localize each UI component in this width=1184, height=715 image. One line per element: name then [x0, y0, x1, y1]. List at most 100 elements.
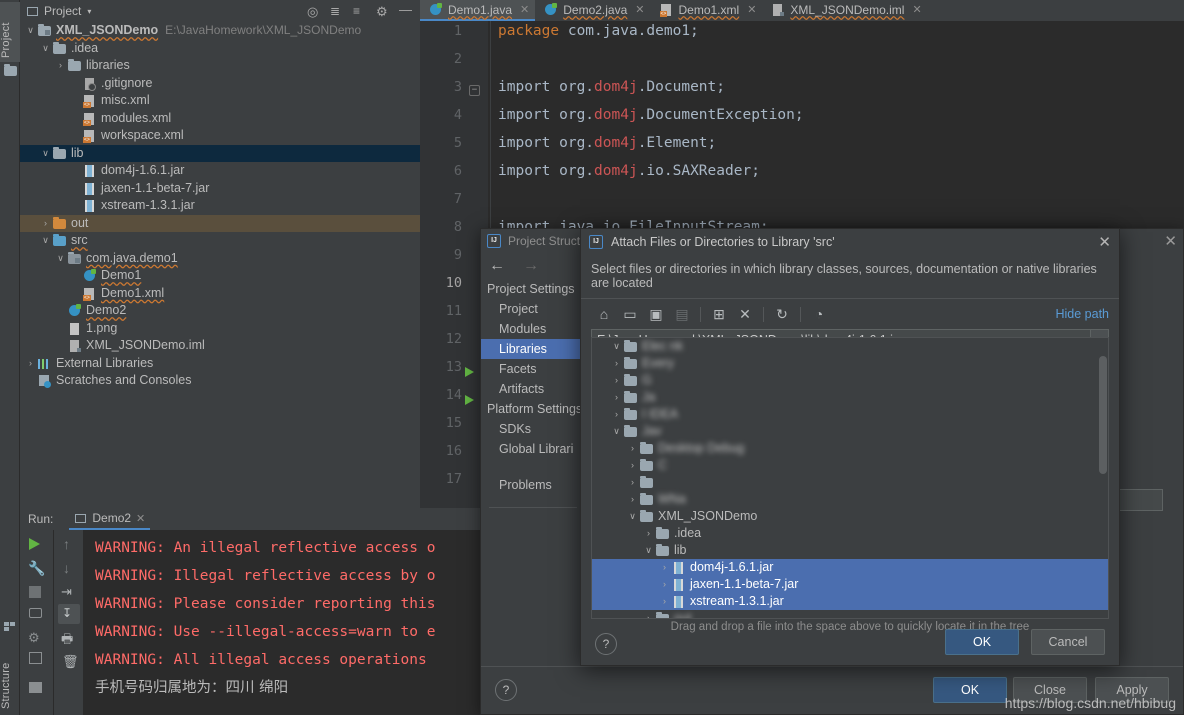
- export-icon[interactable]: [29, 652, 42, 664]
- project-tree-row[interactable]: Demo2: [20, 302, 420, 320]
- file-tree-row[interactable]: › .idea: [592, 525, 1108, 542]
- chevron-down-icon[interactable]: ∨: [610, 423, 623, 440]
- scroll-up-icon[interactable]: ↑: [63, 536, 70, 552]
- project-structure-sidebar-item[interactable]: Problems: [481, 475, 583, 495]
- file-tree-row[interactable]: › jaxen-1.1-beta-7.jar: [592, 576, 1108, 593]
- stop-icon[interactable]: [29, 586, 41, 598]
- hide-path-link[interactable]: Hide path: [1055, 307, 1109, 321]
- file-tree-row[interactable]: ∨ lib: [592, 542, 1108, 559]
- file-tree-row[interactable]: › G: [592, 372, 1108, 389]
- help-button[interactable]: ?: [595, 633, 617, 655]
- project-tree-row[interactable]: › out: [20, 214, 420, 232]
- chevron-right-icon[interactable]: ›: [658, 576, 671, 593]
- editor-tab[interactable]: Demo1.xml ✕: [651, 0, 763, 21]
- project-tree-row[interactable]: › libraries: [20, 57, 420, 75]
- project-tree-row[interactable]: Demo1.xml: [20, 285, 420, 303]
- file-tree-row[interactable]: ∨ Jav: [592, 423, 1108, 440]
- project-folder-icon[interactable]: ▣: [643, 303, 669, 325]
- project-tree-row[interactable]: workspace.xml: [20, 127, 420, 145]
- close-icon[interactable]: ✕: [520, 3, 529, 16]
- chevron-down-icon[interactable]: ∨: [39, 40, 52, 58]
- chevron-down-icon[interactable]: ∨: [642, 542, 655, 559]
- file-tree-row[interactable]: ∨ XML_JSONDemo: [592, 508, 1108, 525]
- run-left-toolbar[interactable]: 🔧 ⚙: [20, 530, 54, 715]
- close-icon[interactable]: ✕: [136, 512, 145, 525]
- file-tree-row[interactable]: › Every: [592, 355, 1108, 372]
- chevron-right-icon[interactable]: ›: [626, 474, 639, 491]
- close-icon[interactable]: ✕: [747, 3, 756, 16]
- file-tree-row[interactable]: › WNa: [592, 491, 1108, 508]
- chevron-right-icon[interactable]: ›: [24, 355, 37, 373]
- run-gutter-icon[interactable]: [465, 367, 474, 377]
- scroll-down-icon[interactable]: ↓: [63, 560, 70, 576]
- file-tree-row[interactable]: › dom4j-1.6.1.jar: [592, 559, 1108, 576]
- debug-icon[interactable]: ⚙: [28, 630, 40, 646]
- expand-all-icon[interactable]: ≣: [330, 4, 343, 18]
- project-structure-sidebar-item[interactable]: Modules: [481, 319, 583, 339]
- chevron-down-icon[interactable]: ∨: [39, 145, 52, 163]
- close-icon[interactable]: ✕: [912, 3, 921, 16]
- desktop-icon[interactable]: ▭: [617, 303, 643, 325]
- project-structure-sidebar-item[interactable]: SDKs: [481, 419, 583, 439]
- file-tree-row[interactable]: › Desktop Debug: [592, 440, 1108, 457]
- home-icon[interactable]: ⌂: [591, 303, 617, 325]
- close-icon[interactable]: ✕: [1098, 233, 1111, 251]
- chevron-down-icon[interactable]: ∨: [610, 338, 623, 355]
- project-tree-row[interactable]: misc.xml: [20, 92, 420, 110]
- chevron-right-icon[interactable]: ›: [610, 389, 623, 406]
- chevron-right-icon[interactable]: ›: [642, 610, 655, 618]
- delete-icon[interactable]: ✕: [732, 303, 758, 325]
- file-tree-row[interactable]: › C: [592, 457, 1108, 474]
- chevron-down-icon[interactable]: ▾: [87, 7, 91, 16]
- hide-panel-icon[interactable]: —: [399, 3, 412, 18]
- collapse-all-icon[interactable]: ≡: [353, 4, 366, 18]
- file-tree-row[interactable]: › xstream-1.3.1.jar: [592, 593, 1108, 610]
- chevron-down-icon[interactable]: ∨: [626, 508, 639, 525]
- project-tree[interactable]: ∨ XML_JSONDemo E:\JavaHomework\XML_JSONDem…: [20, 22, 420, 508]
- ok-button[interactable]: OK: [933, 677, 1007, 703]
- project-structure-sidebar-item[interactable]: Global Librari: [481, 439, 583, 459]
- project-structure-sidebar-item[interactable]: Facets: [481, 359, 583, 379]
- project-tree-row[interactable]: modules.xml: [20, 110, 420, 128]
- file-tree-row[interactable]: › Ja: [592, 389, 1108, 406]
- chevron-down-icon[interactable]: ∨: [24, 22, 37, 40]
- project-tree-row[interactable]: ∨ .idea: [20, 40, 420, 58]
- show-hidden-icon[interactable]: ◔: [806, 303, 832, 325]
- scrollbar-thumb[interactable]: [1099, 356, 1107, 474]
- file-tree-row[interactable]: ∨ Elec nk: [592, 338, 1108, 355]
- sidebar-tab-project[interactable]: Project: [0, 2, 20, 62]
- file-chooser-tree[interactable]: ∨ Elec nk › Every › G › Ja › I IDEA ∨ Jav › Desktop …: [591, 337, 1109, 619]
- file-tree-row[interactable]: ›: [592, 474, 1108, 491]
- editor-tab[interactable]: Demo1.java ✕: [420, 0, 536, 21]
- help-button[interactable]: ?: [495, 679, 517, 701]
- project-tree-row[interactable]: jaxen-1.1-beta-7.jar: [20, 180, 420, 198]
- new-folder-icon[interactable]: ⊞: [706, 303, 732, 325]
- chevron-right-icon[interactable]: ›: [610, 372, 623, 389]
- scroll-to-end-icon[interactable]: ↧: [58, 604, 80, 624]
- code-fold-icon[interactable]: −: [469, 85, 480, 96]
- chevron-right-icon[interactable]: ›: [626, 440, 639, 457]
- sidebar-tab-structure[interactable]: Structure: [0, 637, 20, 709]
- project-tree-row[interactable]: xstream-1.3.1.jar: [20, 197, 420, 215]
- run-secondary-toolbar[interactable]: ↑ ↓ ⇥ ↧ 🖶 🗑: [55, 530, 83, 715]
- close-icon[interactable]: ✕: [635, 3, 644, 16]
- file-tree-row[interactable]: › out: [592, 610, 1108, 618]
- run-tab-demo2[interactable]: Demo2 ✕: [69, 508, 151, 530]
- soft-wrap-icon[interactable]: ⇥: [61, 584, 72, 600]
- camera-icon[interactable]: [29, 608, 42, 618]
- project-tree-row[interactable]: .gitignore: [20, 75, 420, 93]
- chevron-right-icon[interactable]: ›: [658, 593, 671, 610]
- chevron-right-icon[interactable]: ›: [54, 57, 67, 75]
- project-tree-row[interactable]: Scratches and Consoles: [20, 372, 420, 390]
- project-structure-sidebar-item[interactable]: Libraries: [481, 339, 583, 359]
- chevron-right-icon[interactable]: ›: [642, 525, 655, 542]
- forward-arrow-icon[interactable]: →: [523, 257, 539, 275]
- run-icon[interactable]: [29, 538, 40, 550]
- editor-tab[interactable]: XML_JSONDemo.iml ✕: [762, 0, 927, 21]
- print-icon[interactable]: 🖶: [61, 630, 73, 652]
- project-tree-row[interactable]: XML_JSONDemo.iml: [20, 337, 420, 355]
- chevron-down-icon[interactable]: ∨: [54, 250, 67, 268]
- chevron-right-icon[interactable]: ›: [626, 491, 639, 508]
- project-structure-sidebar-item[interactable]: Project: [481, 299, 583, 319]
- chevron-right-icon[interactable]: ›: [610, 406, 623, 423]
